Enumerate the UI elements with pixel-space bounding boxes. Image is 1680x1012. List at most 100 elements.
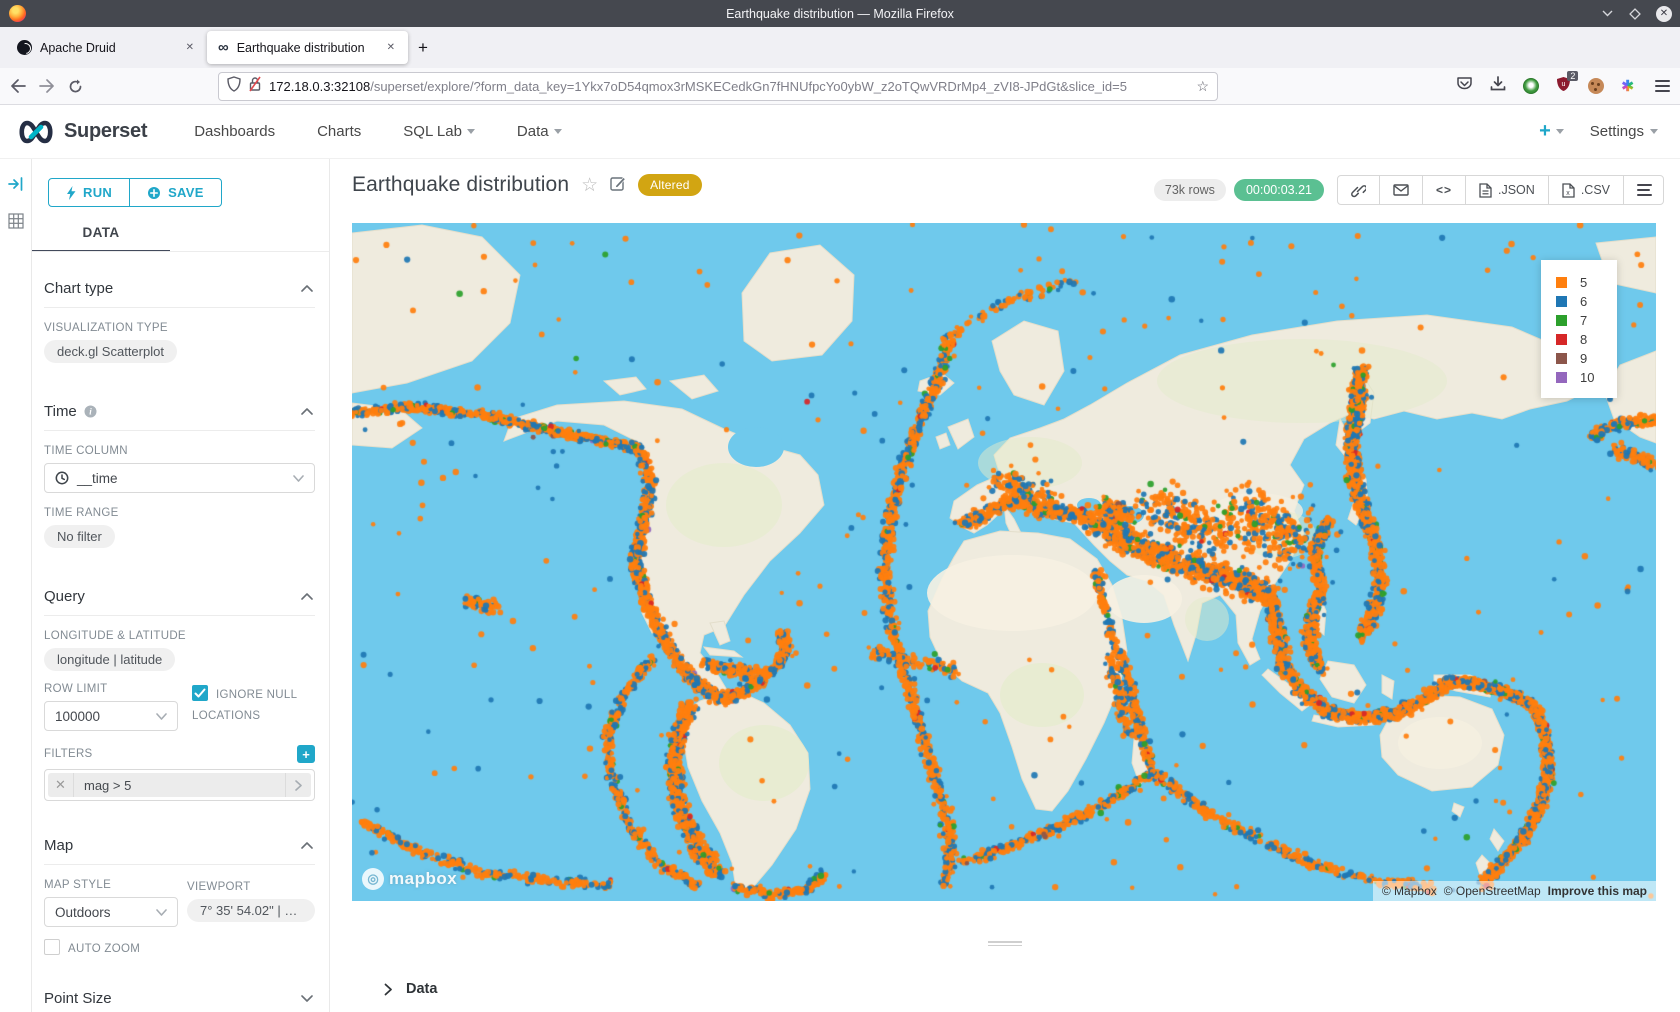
expand-panel-icon[interactable] (8, 177, 24, 196)
viewport-value[interactable]: 7° 35' 54.02" | 31... (187, 899, 315, 922)
section-point-size[interactable]: Point Size (44, 990, 315, 1007)
improve-map-link[interactable]: Improve this map (1548, 884, 1647, 898)
section-query[interactable]: Query (44, 588, 315, 605)
time-column-select[interactable]: __time (44, 463, 315, 493)
legend-item[interactable]: 7 (1556, 311, 1617, 330)
chart-menu-button[interactable] (1623, 175, 1664, 205)
maximize-icon[interactable] (1628, 7, 1642, 21)
add-filter-button[interactable]: + (297, 745, 315, 763)
chevron-up-icon[interactable] (301, 593, 313, 600)
auto-zoom-checkbox[interactable] (44, 939, 60, 955)
legend-swatch (1556, 334, 1567, 345)
chevron-up-icon[interactable] (301, 285, 313, 292)
pocket-icon[interactable] (1456, 76, 1473, 97)
new-tab-button[interactable]: + (418, 38, 428, 58)
legend-swatch (1556, 277, 1567, 288)
map-style-value: Outdoors (55, 905, 148, 920)
chart-area: Earthquake distribution ☆ Altered 73k ro… (330, 159, 1680, 1012)
export-csv-button[interactable]: x .CSV (1548, 175, 1624, 205)
export-json-button[interactable]: .JSON (1465, 175, 1549, 205)
attribution-mapbox[interactable]: © Mapbox (1382, 884, 1437, 898)
chevron-up-icon[interactable] (301, 842, 313, 849)
new-item-button[interactable]: + (1539, 120, 1564, 143)
forward-button[interactable] (39, 79, 55, 93)
chevron-up-icon[interactable] (301, 408, 313, 415)
legend-item[interactable]: 9 (1556, 349, 1617, 368)
reload-button[interactable] (68, 79, 83, 94)
remove-filter-icon[interactable]: ✕ (48, 773, 74, 797)
url-bar[interactable]: 172.18.0.3:32108/superset/explore/?form_… (218, 72, 1218, 101)
ignore-null-checkbox[interactable] (192, 685, 208, 701)
bookmark-star-icon[interactable]: ☆ (1196, 78, 1209, 95)
chart-title: Earthquake distribution (352, 173, 569, 197)
browser-menu-icon[interactable] (1655, 85, 1670, 87)
legend-item[interactable]: 5 (1556, 273, 1617, 292)
code-icon: <> (1436, 183, 1452, 197)
time-column-label: TIME COLUMN (44, 445, 315, 457)
window-title: Earthquake distribution — Mozilla Firefo… (0, 7, 1680, 21)
section-time[interactable]: Time i (44, 403, 315, 420)
filter-chip[interactable]: ✕ mag > 5 (48, 773, 311, 797)
chevron-down-icon[interactable] (301, 995, 313, 1002)
extension-asterisk-icon[interactable]: ✱ (1621, 77, 1634, 95)
tab-close-icon[interactable]: ✕ (184, 40, 196, 55)
deckgl-map[interactable]: 5678910 ◎ mapbox © Mapbox © OpenStreetMa… (352, 223, 1656, 901)
panel-resize-handle[interactable] (988, 939, 1022, 948)
viz-type-value[interactable]: deck.gl Scatterplot (44, 340, 177, 363)
back-button[interactable] (10, 79, 26, 93)
cookie-extension-icon[interactable] (1588, 78, 1604, 94)
lonlat-value[interactable]: longitude | latitude (44, 648, 175, 671)
chevron-right-icon[interactable] (285, 773, 311, 797)
copy-link-button[interactable] (1337, 175, 1380, 205)
dataset-grid-icon[interactable] (8, 213, 24, 234)
legend-item[interactable]: 6 (1556, 292, 1617, 311)
divider (44, 615, 315, 616)
map-style-select[interactable]: Outdoors (44, 897, 178, 927)
row-limit-select[interactable]: 100000 (44, 701, 178, 731)
nav-data[interactable]: Data (517, 123, 562, 140)
nav-dashboards[interactable]: Dashboards (194, 123, 275, 140)
shield-icon[interactable] (227, 76, 241, 97)
tab-earthquake-distribution[interactable]: ∞ Earthquake distribution ✕ (207, 31, 408, 64)
divider (44, 430, 315, 431)
legend-item[interactable]: 8 (1556, 330, 1617, 349)
section-map[interactable]: Map (44, 837, 315, 854)
legend-item[interactable]: 10 (1556, 368, 1617, 387)
superset-logo[interactable]: Superset (16, 119, 147, 145)
collapse-strip (0, 159, 32, 1012)
mapbox-icon: ◎ (362, 868, 384, 890)
time-range-value[interactable]: No filter (44, 525, 115, 548)
extension-green-icon[interactable] (1523, 78, 1539, 94)
data-panel-toggle[interactable]: Data (384, 981, 437, 997)
tab-close-icon[interactable]: ✕ (385, 40, 397, 55)
section-chart-type[interactable]: Chart type (44, 280, 315, 297)
tab-apache-druid[interactable]: Apache Druid ✕ (6, 31, 207, 64)
attribution-osm[interactable]: © OpenStreetMap (1444, 884, 1541, 898)
ublock-shield-icon[interactable]: u 2 (1556, 76, 1571, 97)
embed-code-button[interactable]: <> (1422, 175, 1466, 205)
divider (44, 307, 315, 308)
chevron-right-icon (384, 983, 393, 996)
nav-charts[interactable]: Charts (317, 123, 361, 140)
minimize-icon[interactable] (1600, 7, 1614, 21)
close-icon[interactable]: ✕ (1656, 6, 1672, 22)
run-button[interactable]: RUN (49, 179, 129, 206)
chevron-down-icon (156, 909, 167, 916)
chevron-down-icon (156, 713, 167, 720)
tab-data[interactable]: DATA (32, 215, 170, 250)
map-style-label: MAP STYLE (44, 879, 187, 891)
insecure-lock-icon[interactable] (248, 76, 262, 97)
browser-toolbar: 172.18.0.3:32108/superset/explore/?form_… (0, 68, 1680, 105)
file-icon (1479, 183, 1492, 198)
link-icon (1351, 183, 1366, 198)
favorite-star-icon[interactable]: ☆ (581, 174, 598, 197)
mapbox-logo[interactable]: ◎ mapbox (362, 868, 457, 890)
email-button[interactable] (1379, 175, 1423, 205)
edit-properties-icon[interactable] (610, 175, 626, 196)
downloads-icon[interactable] (1490, 76, 1506, 97)
scatter-points-canvas[interactable] (352, 223, 1656, 901)
nav-sql-lab[interactable]: SQL Lab (403, 123, 475, 140)
altered-badge[interactable]: Altered (638, 174, 701, 196)
save-button[interactable]: SAVE (129, 179, 221, 206)
settings-menu[interactable]: Settings (1590, 123, 1658, 140)
